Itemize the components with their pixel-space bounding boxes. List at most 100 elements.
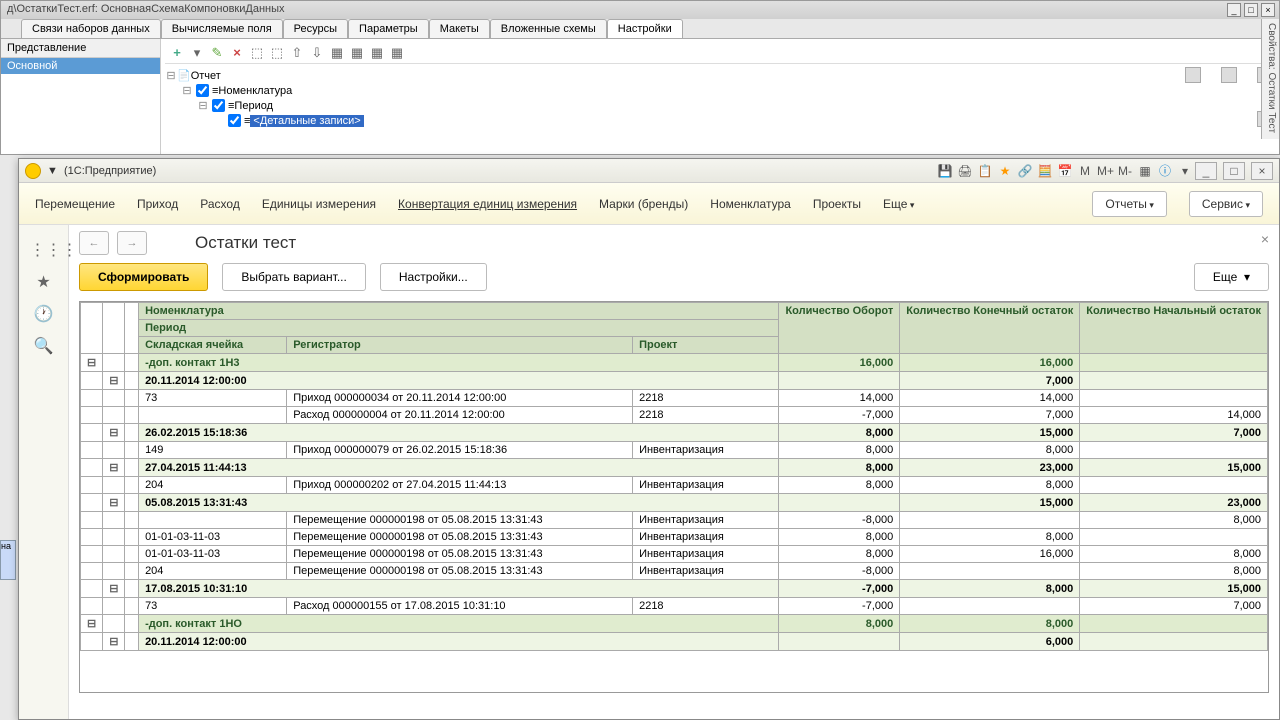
- tool-icon[interactable]: 📋: [977, 163, 993, 179]
- panel-icon[interactable]: ▦: [1137, 163, 1153, 179]
- mplus-button[interactable]: M+: [1097, 163, 1113, 179]
- maximize-icon[interactable]: □: [1244, 3, 1258, 17]
- menu-brands[interactable]: Марки (бренды): [599, 197, 688, 211]
- table-row[interactable]: Перемещение 000000198 от 05.08.2015 13:3…: [81, 512, 1268, 529]
- menu-income[interactable]: Приход: [137, 197, 178, 211]
- menu-nomenclature[interactable]: Номенклатура: [710, 197, 791, 211]
- tab-layouts[interactable]: Макеты: [429, 19, 490, 38]
- table-row[interactable]: ⊟20.11.2014 12:00:007,000: [81, 372, 1268, 390]
- table-row[interactable]: 01-01-03-11-03Перемещение 000000198 от 0…: [81, 546, 1268, 563]
- table-row[interactable]: ⊟05.08.2015 13:31:4315,00023,000: [81, 494, 1268, 512]
- favorite-icon[interactable]: ★: [30, 269, 58, 297]
- report-table-container[interactable]: Номенклатура Количество Оборот Количеств…: [79, 301, 1269, 693]
- table-row[interactable]: 204Перемещение 000000198 от 05.08.2015 1…: [81, 563, 1268, 580]
- expand-icon[interactable]: ⬚: [249, 45, 265, 61]
- app-window: ▼ (1С:Предприятие) 💾 🖨 📋 ★ 🔗 🧮 📅 M M+ M-…: [18, 158, 1280, 720]
- presentation-item[interactable]: Основной: [1, 58, 160, 74]
- tab-resources[interactable]: Ресурсы: [283, 19, 348, 38]
- add-icon[interactable]: +: [169, 45, 185, 61]
- table-row[interactable]: 149Приход 000000079 от 26.02.2015 15:18:…: [81, 442, 1268, 459]
- nav-sidebar: ⋮⋮⋮ ★ 🕐 🔍: [19, 225, 69, 719]
- tree-node-period[interactable]: ⊟≡ Период: [165, 98, 1275, 113]
- link-icon[interactable]: 🔗: [1017, 163, 1033, 179]
- maximize-button[interactable]: □: [1223, 162, 1245, 180]
- generate-button[interactable]: Сформировать: [79, 263, 208, 291]
- page-close-button[interactable]: ×: [1261, 231, 1269, 247]
- edit-icon[interactable]: ✎: [209, 45, 225, 61]
- menu-expense[interactable]: Расход: [200, 197, 240, 211]
- minimize-icon[interactable]: _: [1227, 3, 1241, 17]
- tree-root[interactable]: ⊟📄 Отчет: [165, 68, 1275, 83]
- table-row[interactable]: 204Приход 000000202 от 27.04.2015 11:44:…: [81, 477, 1268, 494]
- tab-params[interactable]: Параметры: [348, 19, 429, 38]
- down-icon[interactable]: ⇩: [309, 45, 325, 61]
- table-row[interactable]: 73Расход 000000155 от 17.08.2015 10:31:1…: [81, 598, 1268, 615]
- delete-icon[interactable]: ×: [229, 45, 245, 61]
- table-row[interactable]: 73Приход 000000034 от 20.11.2014 12:00:0…: [81, 390, 1268, 407]
- mode-icon[interactable]: [1185, 67, 1201, 83]
- report-table: Номенклатура Количество Оборот Количеств…: [80, 302, 1268, 651]
- variant-button[interactable]: Выбрать вариант...: [222, 263, 365, 291]
- dropdown-icon[interactable]: ▼: [47, 165, 64, 177]
- tool-icon-4[interactable]: ▦: [389, 45, 405, 61]
- mode-icon[interactable]: [1221, 67, 1237, 83]
- collapse-icon[interactable]: ⬚: [269, 45, 285, 61]
- table-row[interactable]: Расход 000000004 от 20.11.2014 12:00:002…: [81, 407, 1268, 424]
- mminus-button[interactable]: M-: [1117, 163, 1133, 179]
- table-row[interactable]: ⊟26.02.2015 15:18:368,00015,0007,000: [81, 424, 1268, 442]
- close-icon[interactable]: ×: [1261, 3, 1275, 17]
- properties-sidebar[interactable]: Свойства: Остатки Тест: [1261, 19, 1279, 139]
- table-row[interactable]: ⊟20.11.2014 12:00:006,000: [81, 633, 1268, 651]
- menu-more[interactable]: Еще: [883, 197, 914, 211]
- tool-icon-3[interactable]: ▦: [369, 45, 385, 61]
- tree-node-detail[interactable]: ≡ <Детальные записи>: [165, 113, 1275, 128]
- minimize-button[interactable]: _: [1195, 162, 1217, 180]
- menu-move[interactable]: Перемещение: [35, 197, 115, 211]
- service-button[interactable]: Сервис: [1189, 191, 1263, 217]
- calendar-icon[interactable]: 📅: [1057, 163, 1073, 179]
- up-icon[interactable]: ⇧: [289, 45, 305, 61]
- tree-node-nomenclature[interactable]: ⊟≡ Номенклатура: [165, 83, 1275, 98]
- dropdown-icon[interactable]: ▾: [1177, 163, 1193, 179]
- search-icon[interactable]: 🔍: [30, 333, 58, 361]
- col-turnover: Количество Оборот: [779, 303, 900, 354]
- apps-icon[interactable]: ⋮⋮⋮: [30, 237, 58, 265]
- tab-calc-fields[interactable]: Вычисляемые поля: [161, 19, 283, 38]
- tool-icon-2[interactable]: ▦: [349, 45, 365, 61]
- settings-button[interactable]: Настройки...: [380, 263, 487, 291]
- tab-settings[interactable]: Настройки: [607, 19, 683, 38]
- menu-convert[interactable]: Конвертация единиц измерения: [398, 197, 577, 211]
- nav-back-button[interactable]: ←: [79, 231, 109, 255]
- tab-nested[interactable]: Вложенные схемы: [490, 19, 607, 38]
- table-row[interactable]: ⊟27.04.2015 11:44:138,00023,00015,000: [81, 459, 1268, 477]
- close-button[interactable]: ×: [1251, 162, 1273, 180]
- save-icon[interactable]: 💾: [937, 163, 953, 179]
- print-icon[interactable]: 🖨: [957, 163, 973, 179]
- calc-icon[interactable]: 🧮: [1037, 163, 1053, 179]
- node-checkbox[interactable]: [212, 99, 225, 112]
- star-icon[interactable]: ★: [997, 163, 1013, 179]
- table-row[interactable]: ⊟17.08.2015 10:31:10-7,0008,00015,000: [81, 580, 1268, 598]
- structure-tree: ⊟📄 Отчет ⊟≡ Номенклатура ⊟≡ Период ≡ <Де…: [165, 68, 1275, 128]
- table-row[interactable]: 01-01-03-11-03Перемещение 000000198 от 0…: [81, 529, 1268, 546]
- nav-forward-button[interactable]: →: [117, 231, 147, 255]
- node-checkbox[interactable]: [196, 84, 209, 97]
- m-button[interactable]: M: [1077, 163, 1093, 179]
- tab-links[interactable]: Связи наборов данных: [21, 19, 161, 38]
- history-icon[interactable]: 🕐: [30, 301, 58, 329]
- dropdown-icon[interactable]: ▾: [189, 45, 205, 61]
- node-checkbox[interactable]: [228, 114, 241, 127]
- menu-units[interactable]: Единицы измерения: [262, 197, 376, 211]
- main-area: × ← → Остатки тест Сформировать Выбрать …: [69, 225, 1279, 719]
- window-buttons: _ □ ×: [1193, 162, 1273, 180]
- app-titlebar: ▼ (1С:Предприятие) 💾 🖨 📋 ★ 🔗 🧮 📅 M M+ M-…: [19, 159, 1279, 183]
- titlebar-tools: 💾 🖨 📋 ★ 🔗 🧮 📅 M M+ M- ▦ ⓘ ▾: [937, 163, 1193, 179]
- table-row[interactable]: ⊟-доп. контакт 1НО8,0008,000: [81, 615, 1268, 633]
- menu-projects[interactable]: Проекты: [813, 197, 861, 211]
- tool-icon[interactable]: ▦: [329, 45, 345, 61]
- more-button[interactable]: Еще ▾: [1194, 263, 1269, 291]
- info-icon[interactable]: ⓘ: [1157, 163, 1173, 179]
- taskbar-stub: на: [0, 540, 16, 580]
- reports-button[interactable]: Отчеты: [1092, 191, 1167, 217]
- table-row[interactable]: ⊟-доп. контакт 1Н316,00016,000: [81, 354, 1268, 372]
